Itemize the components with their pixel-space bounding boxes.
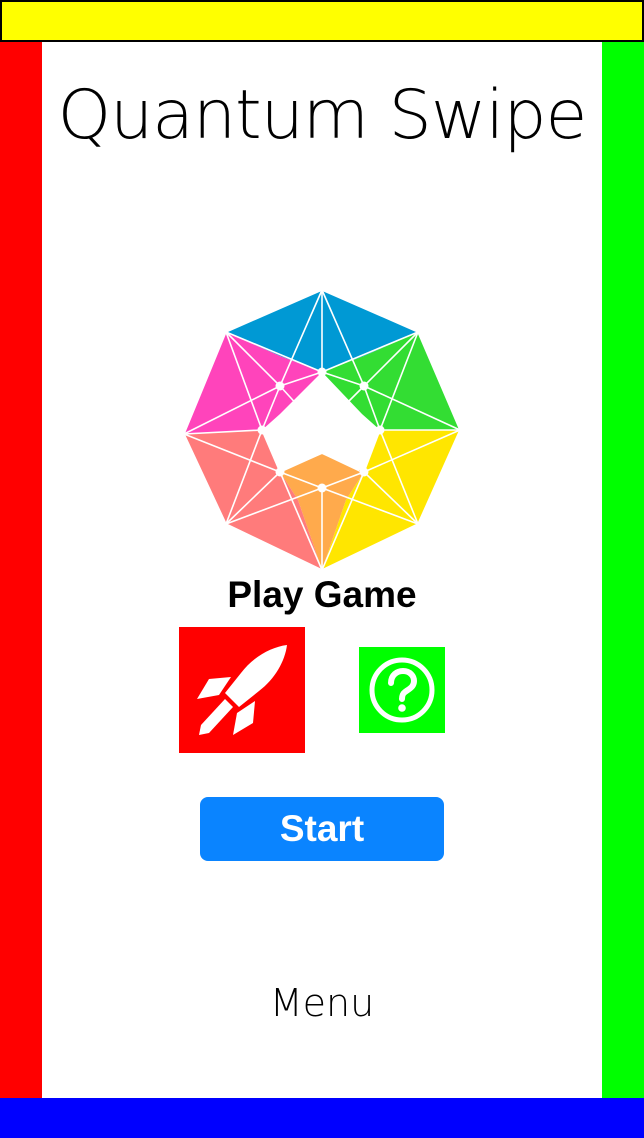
rocket-icon — [197, 645, 287, 735]
rocket-button[interactable] — [179, 627, 305, 753]
right-border — [602, 42, 644, 1098]
app-screen: Quantum Swipe Play Game Start Menu — [0, 0, 644, 1138]
start-button[interactable]: Start — [200, 797, 444, 861]
bottom-border — [0, 1098, 644, 1138]
top-border — [0, 0, 644, 42]
app-title: Quantum Swipe — [57, 76, 588, 155]
menu-link[interactable]: Menu — [42, 978, 602, 1028]
octagon-arrow-logo-icon — [182, 288, 462, 571]
help-button[interactable] — [359, 647, 445, 733]
question-mark-icon — [369, 657, 435, 723]
left-border — [0, 42, 42, 1098]
play-game-label: Play Game — [227, 574, 417, 615]
